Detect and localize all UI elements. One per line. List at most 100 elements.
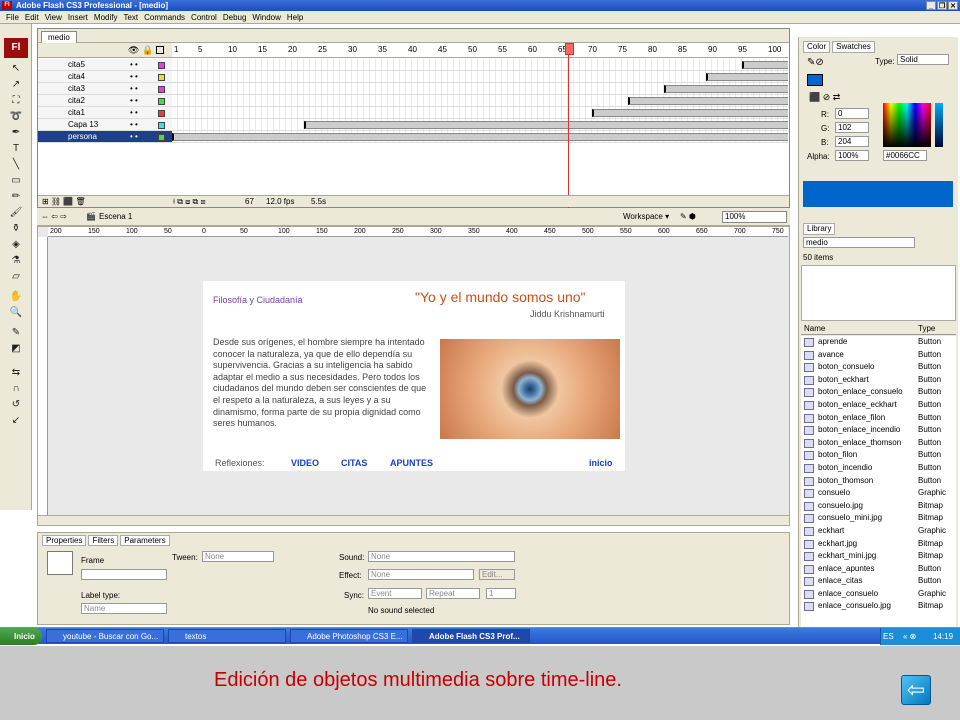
outline-icon[interactable]	[156, 46, 164, 54]
keyframe-span[interactable]	[742, 61, 788, 69]
smooth-icon[interactable]: ↺	[8, 398, 24, 412]
layer-frames[interactable]	[172, 131, 788, 143]
library-item[interactable]: eckhart_mini.jpg Bitmap	[801, 550, 956, 563]
layer-row[interactable]: cita1 • •	[38, 107, 172, 119]
type-select[interactable]: Solid	[897, 54, 949, 65]
keyframe-span[interactable]	[706, 73, 788, 81]
subselection-tool-icon[interactable]: ↗	[8, 78, 24, 92]
menu-text[interactable]: Text	[123, 13, 144, 22]
library-item[interactable]: avance Button	[801, 349, 956, 362]
b-input[interactable]: 204	[835, 136, 869, 147]
insert-layer-icon[interactable]: ⊞ ⛓ ⬛ 🗑	[42, 196, 86, 208]
playhead[interactable]	[565, 43, 574, 209]
layer-row[interactable]: cita3 • •	[38, 83, 172, 95]
library-item[interactable]: consuelo Graphic	[801, 487, 956, 500]
free-transform-tool-icon[interactable]: ⛶	[8, 94, 24, 108]
rectangle-tool-icon[interactable]: ▭	[8, 174, 24, 188]
lock-icon[interactable]: 🔒	[142, 45, 153, 56]
layer-frames[interactable]	[172, 59, 788, 71]
layer-color-swatch[interactable]	[158, 122, 165, 129]
menu-help[interactable]: Help	[287, 13, 309, 22]
stroke-pencil-icon[interactable]: ✎⊘	[807, 57, 824, 68]
library-item[interactable]: boton_thomson Button	[801, 475, 956, 488]
brightness-slider[interactable]	[935, 103, 943, 147]
center-frame-icon[interactable]: ⍿ ⧉ ⧈ ⧉ ⧆	[173, 196, 206, 208]
eye-icon[interactable]: 👁	[128, 45, 139, 56]
menu-modify[interactable]: Modify	[94, 13, 124, 22]
swap-colors-icon[interactable]: ⇆	[8, 366, 24, 380]
layer-frames[interactable]	[172, 107, 788, 119]
zoom-select[interactable]: 100%	[722, 211, 787, 223]
library-item[interactable]: enlace_apuntes Button	[801, 563, 956, 576]
zoom-tool-icon[interactable]: 🔍	[8, 306, 24, 320]
paint-bucket-tool-icon[interactable]: ◈	[8, 238, 24, 252]
library-source-select[interactable]: medio	[803, 237, 915, 248]
eraser-tool-icon[interactable]: ▱	[8, 270, 24, 284]
library-item[interactable]: boton_consuelo Button	[801, 361, 956, 374]
ink-bottle-tool-icon[interactable]: ⚱	[8, 222, 24, 236]
col-type[interactable]: Type	[918, 323, 935, 335]
keyframe-span[interactable]	[628, 97, 788, 105]
label-type-select[interactable]: Name	[81, 603, 167, 614]
restore-button[interactable]: ❐	[937, 1, 947, 10]
layer-visibility-icon[interactable]: • •	[130, 71, 138, 83]
hand-tool-icon[interactable]: ✋	[8, 290, 24, 304]
library-item[interactable]: boton_eckhart Button	[801, 374, 956, 387]
keyframe-span[interactable]	[664, 85, 788, 93]
tab-color[interactable]: Color	[803, 41, 831, 53]
effect-select[interactable]: None	[368, 569, 474, 580]
alpha-input[interactable]: 100%	[835, 150, 869, 161]
task-flash[interactable]: Adobe Flash CS3 Prof...	[412, 629, 530, 643]
layer-visibility-icon[interactable]: • •	[130, 119, 138, 131]
col-name[interactable]: Name	[804, 323, 825, 335]
keyframe-span[interactable]	[172, 133, 788, 141]
library-item[interactable]: eckhart.jpg Bitmap	[801, 538, 956, 551]
library-item[interactable]: consuelo_mini.jpg Bitmap	[801, 512, 956, 525]
library-item[interactable]: boton_filon Button	[801, 449, 956, 462]
library-item[interactable]: boton_enlace_filon Button	[801, 412, 956, 425]
layer-row[interactable]: cita4 • •	[38, 71, 172, 83]
straighten-icon[interactable]: ↙	[8, 414, 24, 428]
horizontal-scrollbar[interactable]	[38, 515, 789, 525]
r-input[interactable]: 0	[835, 108, 869, 119]
menu-file[interactable]: File	[6, 13, 25, 22]
frame-name-input[interactable]	[81, 569, 167, 580]
pen-tool-icon[interactable]: ✒	[8, 126, 24, 140]
tab-medio[interactable]: medio	[41, 31, 77, 43]
layer-frames[interactable]	[172, 83, 788, 95]
library-item[interactable]: enlace_consuelo Graphic	[801, 588, 956, 601]
scene-label[interactable]: Escena 1	[99, 208, 132, 226]
g-input[interactable]: 102	[835, 122, 869, 133]
library-item[interactable]: boton_incendio Button	[801, 462, 956, 475]
task-photoshop[interactable]: Adobe Photoshop CS3 E...	[290, 629, 408, 643]
nav-apuntes-link[interactable]: APUNTES	[390, 458, 433, 468]
close-button[interactable]: ✕	[948, 1, 958, 10]
tab-filters[interactable]: Filters	[88, 535, 119, 546]
keyframe-span[interactable]	[592, 109, 788, 117]
sync-select[interactable]: Event	[368, 588, 422, 599]
swap-icon[interactable]: ⬛ ⊘ ⇄	[809, 92, 840, 103]
lasso-tool-icon[interactable]: ➰	[8, 110, 24, 124]
back-arrow-icon[interactable]: ⇔ ⇦ ⇨	[41, 208, 67, 226]
library-item[interactable]: boton_enlace_thomson Button	[801, 437, 956, 450]
workspace-menu[interactable]: Workspace ▾	[623, 208, 669, 226]
repeat-select[interactable]: Repeat	[426, 588, 480, 599]
menu-window[interactable]: Window	[252, 13, 286, 22]
nav-video-link[interactable]: VIDEO	[291, 458, 319, 468]
library-item[interactable]: enlace_citas Button	[801, 575, 956, 588]
layer-visibility-icon[interactable]: • •	[130, 131, 138, 143]
menu-view[interactable]: View	[45, 13, 68, 22]
edit-button[interactable]: Edit...	[479, 569, 515, 580]
minimize-button[interactable]: _	[926, 1, 936, 10]
task-textos[interactable]: textos	[168, 629, 286, 643]
layer-color-swatch[interactable]	[158, 110, 165, 117]
menu-control[interactable]: Control	[191, 13, 223, 22]
layer-row[interactable]: persona • •	[38, 131, 172, 143]
nav-citas-link[interactable]: CITAS	[341, 458, 367, 468]
hex-input[interactable]: #0066CC	[883, 150, 927, 161]
layer-color-swatch[interactable]	[158, 134, 165, 141]
start-button[interactable]: Inicio	[0, 628, 42, 645]
menu-debug[interactable]: Debug	[223, 13, 253, 22]
line-tool-icon[interactable]: ╲	[8, 158, 24, 172]
text-tool-icon[interactable]: T	[8, 142, 24, 156]
